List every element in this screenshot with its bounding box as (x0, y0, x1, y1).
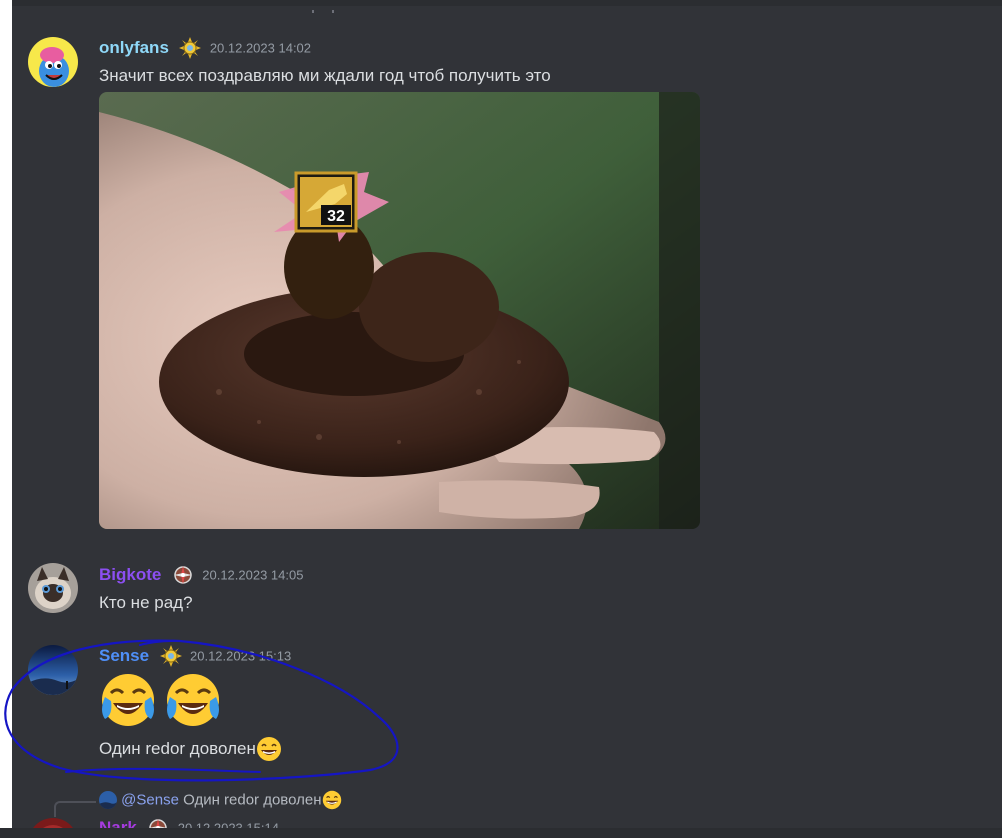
avatar[interactable] (28, 37, 78, 87)
reply-mention[interactable]: @Sense (121, 792, 179, 809)
message-text-content: Один redor доволен (99, 739, 256, 758)
tears-of-joy-emoji[interactable] (99, 671, 157, 729)
message-header: Sense 20.12.2023 15:13 (99, 645, 291, 667)
compass-badge-icon[interactable] (172, 564, 194, 586)
reply-connector (54, 801, 96, 817)
reply-preview[interactable]: @Sense Один redor доволен (99, 790, 342, 810)
timestamp[interactable]: 20.12.2023 14:02 (210, 41, 311, 56)
tears-of-joy-emoji[interactable] (164, 671, 222, 729)
message-text: Кто не рад? (99, 593, 193, 612)
grinning-emoji (322, 790, 342, 810)
message-header: Bigkote 20.12.2023 14:05 (99, 564, 303, 586)
sun-badge-icon[interactable] (159, 645, 182, 667)
reply-text: Один redor доволен (183, 791, 322, 809)
avatar[interactable] (28, 645, 78, 695)
sticker-count: 32 (327, 208, 345, 225)
image-attachment[interactable]: 32 (99, 92, 700, 529)
message-text: Значит всех поздравляю ми ждали год чтоб… (99, 66, 551, 85)
avatar[interactable] (28, 563, 78, 613)
emoji-row (99, 671, 224, 734)
username[interactable]: Sense (99, 646, 149, 665)
chat-panel: onlyfans 20.12.2023 14:02 Значит всех по… (12, 0, 1002, 838)
username[interactable]: onlyfans (99, 38, 169, 57)
message-text: Один redor доволен (99, 736, 282, 762)
key-sticker-icon: 32 (294, 171, 358, 233)
grinning-emoji[interactable] (256, 736, 282, 762)
reply-avatar[interactable] (99, 791, 117, 809)
timestamp[interactable]: 20.12.2023 14:05 (202, 568, 303, 583)
top-divider (12, 0, 1002, 6)
scroll-marker (312, 0, 362, 13)
username[interactable]: Bigkote (99, 565, 161, 584)
timestamp[interactable]: 20.12.2023 15:13 (190, 649, 291, 664)
bottom-scroll-edge (0, 828, 1002, 838)
sun-badge-icon[interactable] (179, 37, 202, 59)
message-header: onlyfans 20.12.2023 14:02 (99, 37, 311, 59)
